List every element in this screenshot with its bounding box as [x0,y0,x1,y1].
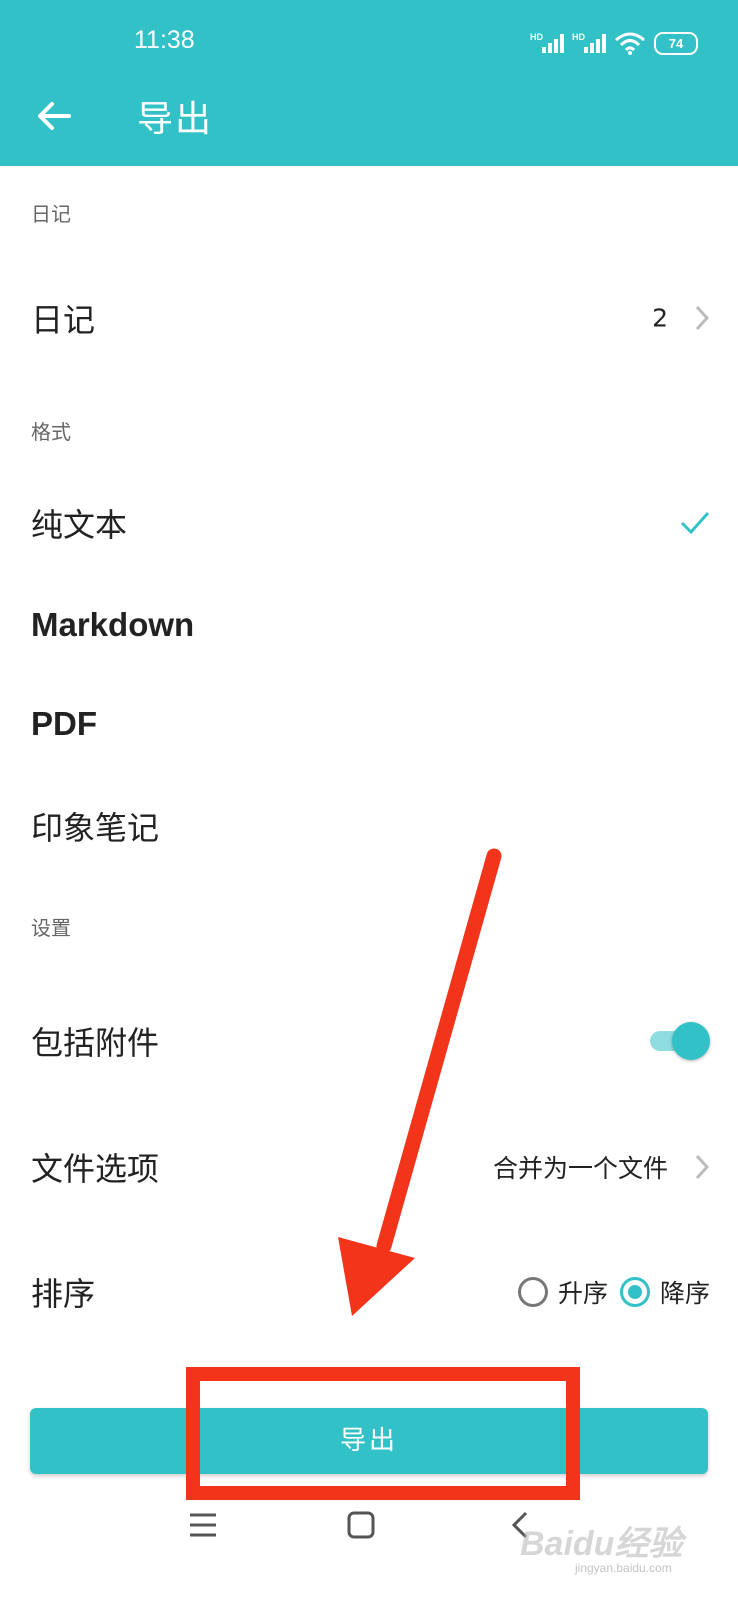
format-label: Markdown [31,606,195,643]
section-header-settings: 设置 [31,916,71,940]
section-header-diary: 日记 [31,202,71,226]
format-label: 印象笔记 [31,809,160,847]
sort-descending-label: 降序 [659,1279,710,1308]
page-title: 导出 [137,99,214,140]
status-time: 11:38 [134,26,195,54]
file-option-value: 合并为一个文件 [492,1154,668,1183]
diary-count: 2 [652,303,668,333]
format-option-markdown[interactable]: Markdown [0,575,738,675]
sort-radio-group: 升序 降序 [517,1274,710,1310]
attachments-label: 包括附件 [31,1024,160,1062]
wifi-icon [615,32,645,55]
checkmark-icon [680,511,710,535]
radio-checked-icon [619,1277,650,1307]
svg-text:HD: HD [530,32,543,42]
toggle-knob [672,1022,710,1060]
watermark-url: jingyan.baidu.com [575,1561,672,1575]
home-icon [347,1511,375,1539]
export-button[interactable]: 导出 [30,1408,708,1474]
format-label: 纯文本 [31,506,128,544]
radio-unchecked-icon [517,1277,548,1307]
diary-select-row[interactable]: 日记 2 [0,268,738,368]
app-bar: 11:38 HD HD 74 导出 [0,0,738,166]
menu-button[interactable] [173,1500,233,1550]
watermark-logo: Baidu经验 [520,1525,683,1563]
format-option-plaintext[interactable]: 纯文本 [0,473,738,573]
format-option-pdf[interactable]: PDF [0,674,738,774]
section-header-format: 格式 [31,420,71,444]
sort-ascending-option[interactable]: 升序 [517,1274,608,1310]
sort-descending-option[interactable]: 降序 [619,1274,710,1310]
file-option-row[interactable]: 文件选项 合并为一个文件 [0,1117,738,1217]
sort-ascending-label: 升序 [557,1279,608,1308]
signal-icon: HD [572,32,606,53]
sort-label: 排序 [31,1275,96,1313]
signal-icon: HD [530,32,564,53]
attachments-toggle[interactable] [648,1021,710,1061]
diary-label: 日记 [31,301,96,339]
chevron-right-icon [695,1154,710,1180]
svg-text:HD: HD [572,32,585,42]
status-icons: HD HD 74 [530,28,698,58]
sort-row: 排序 升序 降序 [0,1242,738,1342]
format-option-evernote[interactable]: 印象笔记 [0,776,738,876]
include-attachments-row[interactable]: 包括附件 [0,991,738,1091]
back-button[interactable] [30,92,78,140]
arrow-left-icon [38,102,71,130]
file-option-label: 文件选项 [31,1150,160,1188]
menu-icon [190,1513,216,1537]
battery-indicator: 74 [654,31,698,55]
chevron-right-icon [695,305,710,331]
format-label: PDF [31,705,97,742]
home-button[interactable] [331,1500,391,1550]
